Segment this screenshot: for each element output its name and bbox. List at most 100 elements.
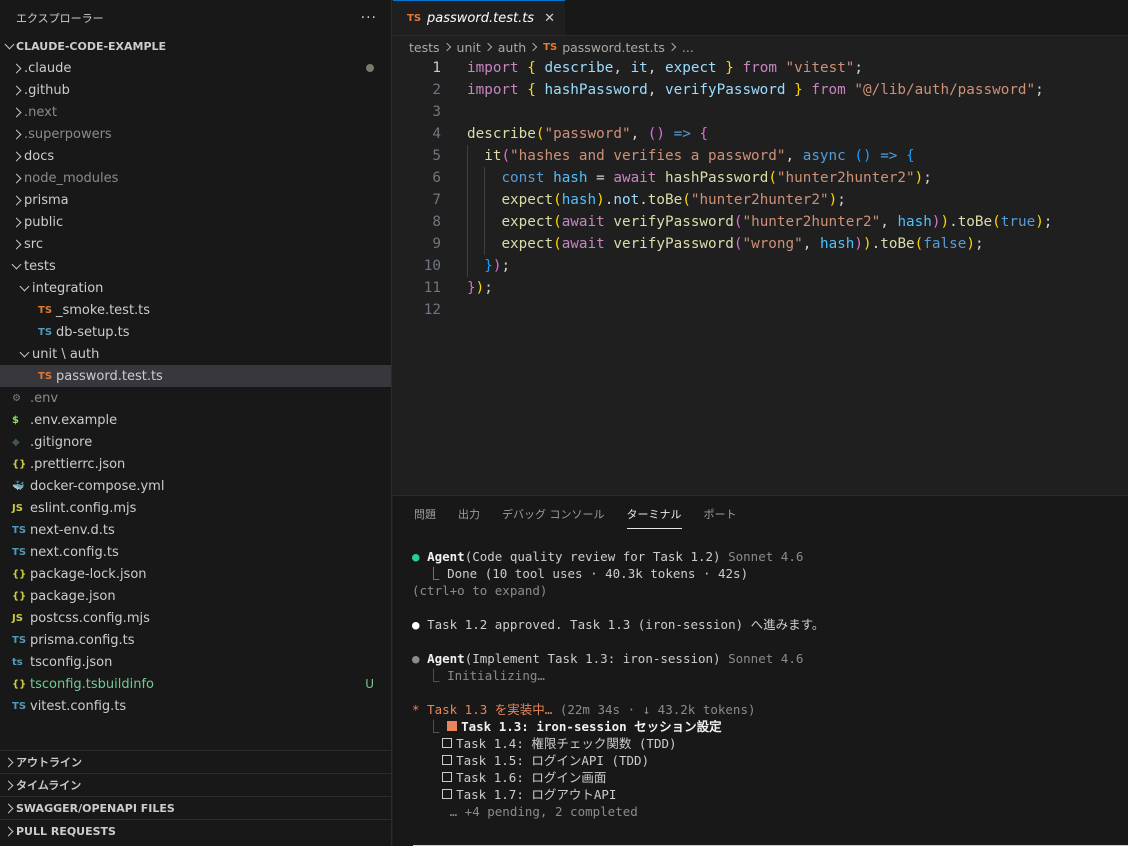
file-tree-item[interactable]: JS eslint.config.mjs — [0, 497, 391, 519]
tab-output[interactable]: 出力 — [458, 500, 480, 528]
file-tree-item[interactable]: {} tsconfig.tsbuildinfo U — [0, 673, 391, 695]
section-swagger[interactable]: SWAGGER/OPENAPI FILES — [0, 796, 391, 819]
code-token: ) — [475, 280, 485, 296]
code-token: expect — [665, 60, 717, 76]
file-tree-item[interactable]: node_modules — [0, 167, 391, 189]
close-icon[interactable]: ✕ — [544, 11, 555, 26]
indent-guide — [467, 167, 468, 189]
breadcrumb-item[interactable]: password.test.ts — [562, 40, 665, 55]
code-token: , — [785, 148, 803, 164]
file-tree-item[interactable]: {} .prettierrc.json — [0, 453, 391, 475]
breadcrumb-item[interactable]: ... — [682, 40, 694, 55]
line-number: 5 — [432, 148, 441, 164]
breadcrumb-item[interactable]: auth — [498, 40, 526, 55]
section-label: アウトライン — [16, 756, 82, 769]
code-token: not — [613, 192, 640, 208]
chevron-right-icon — [8, 239, 24, 249]
file-tree-item[interactable]: TS _smoke.test.ts — [0, 299, 391, 321]
code-token: ( — [914, 236, 924, 252]
code-line-text: it("hashes and verifies a password", asy… — [441, 145, 915, 167]
file-tree-label: public — [24, 214, 64, 230]
file-tree-label: password.test.ts — [56, 368, 163, 384]
tab-debug-console[interactable]: デバッグ コンソール — [502, 500, 605, 528]
file-tree-item[interactable]: .superpowers — [0, 123, 391, 145]
terminal-text: Agent — [427, 549, 465, 564]
file-tree-item[interactable]: public — [0, 211, 391, 233]
file-tree-item[interactable]: unit \ auth — [0, 343, 391, 365]
code-line: 7 expect(hash).not.toBe("hunter2hunter2"… — [393, 189, 1128, 211]
file-tree-item[interactable]: ⚙ .env — [0, 387, 391, 409]
file-tree-label: node_modules — [24, 170, 119, 186]
tab-terminal[interactable]: ターミナル — [626, 500, 682, 529]
file-tree-item[interactable]: tests — [0, 255, 391, 277]
tab-ports[interactable]: ポート — [704, 500, 737, 528]
file-tree-item[interactable]: integration — [0, 277, 391, 299]
code-token: expect — [501, 214, 554, 230]
code-token: { — [527, 82, 545, 98]
terminal-text: Task 1.3: iron-session セッション設定 — [461, 719, 722, 734]
tab-password-test[interactable]: TS password.test.ts ✕ — [393, 0, 565, 35]
file-tree-label: docs — [24, 148, 55, 164]
file-tree-item[interactable]: docs — [0, 145, 391, 167]
code-token: , — [647, 60, 666, 76]
file-tree-item[interactable]: .claude — [0, 57, 391, 79]
chevron-right-icon — [0, 757, 16, 767]
file-tree-item[interactable]: $ .env.example — [0, 409, 391, 431]
terminal-line: (ctrl+o to expand) — [412, 582, 1128, 599]
file-tree-item[interactable]: TS next.config.ts — [0, 541, 391, 563]
chevron-right-icon — [8, 151, 24, 161]
file-tree-item[interactable]: {} package-lock.json — [0, 563, 391, 585]
code-token: "wrong" — [742, 236, 803, 252]
chevron-right-icon — [8, 195, 24, 205]
breadcrumb-item[interactable]: unit — [457, 40, 481, 55]
file-tree-item[interactable]: TS prisma.config.ts — [0, 629, 391, 651]
breadcrumb-item[interactable]: tests — [409, 40, 440, 55]
code-token: from — [733, 60, 786, 76]
file-tree-label: postcss.config.mjs — [30, 610, 150, 626]
more-actions-icon[interactable]: ··· — [361, 10, 377, 26]
file-tree-item[interactable]: {} package.json — [0, 585, 391, 607]
terminal-output[interactable]: ● Agent(Code quality review for Task 1.2… — [412, 548, 1128, 820]
file-tree-item[interactable]: prisma — [0, 189, 391, 211]
terminal-line: Task 1.4: 権限チェック関数 (TDD) — [412, 735, 1128, 752]
file-tree-item[interactable]: TS db-setup.ts — [0, 321, 391, 343]
workspace-root[interactable]: CLAUDE-CODE-EXAMPLE — [0, 35, 391, 57]
file-tree-item[interactable]: TS vitest.config.ts — [0, 695, 391, 717]
terminal-text: Task 1.6: ログイン画面 — [456, 770, 607, 785]
terminal-line: Task 1.6: ログイン画面 — [412, 769, 1128, 786]
line-number: 3 — [432, 104, 441, 120]
breadcrumb: tests unit auth TS password.test.ts ... — [393, 36, 1128, 58]
section-pull-requests[interactable]: PULL REQUESTS — [0, 819, 391, 842]
file-tree-label: db-setup.ts — [56, 324, 130, 340]
file-tree-item[interactable]: ◆ .gitignore — [0, 431, 391, 453]
code-token: const — [501, 170, 554, 186]
chevron-down-icon — [2, 39, 16, 50]
file-tree-item[interactable]: JS postcss.config.mjs — [0, 607, 391, 629]
code-token: . — [871, 236, 881, 252]
terminal-line: Task 1.5: ログインAPI (TDD) — [412, 752, 1128, 769]
checkbox-empty-icon — [442, 789, 453, 799]
code-editor[interactable]: 1 import { describe, it, expect } from "v… — [393, 57, 1128, 321]
typescript-file-icon: TS — [543, 41, 558, 53]
terminal-text: (ctrl+o to expand) — [412, 583, 548, 598]
chevron-right-icon — [8, 85, 24, 95]
file-tree-item[interactable]: .github — [0, 79, 391, 101]
file-tree-item[interactable]: ts tsconfig.json — [0, 651, 391, 673]
tab-problems[interactable]: 問題 — [414, 500, 436, 528]
file-tree-item[interactable]: 🐳 docker-compose.yml — [0, 475, 391, 497]
file-type-icon: {} — [12, 568, 27, 580]
file-tree-item[interactable]: TS next-env.d.ts — [0, 519, 391, 541]
file-tree-label: _smoke.test.ts — [56, 302, 151, 318]
section-timeline[interactable]: タイムライン — [0, 773, 391, 796]
file-tree-item[interactable]: src — [0, 233, 391, 255]
file-tree-item[interactable]: .next — [0, 101, 391, 123]
indent-guide — [484, 167, 485, 189]
file-tree-item[interactable]: TS password.test.ts — [0, 365, 391, 387]
code-token: async — [802, 148, 855, 164]
section-outline[interactable]: アウトライン — [0, 750, 391, 773]
code-token: "hashes and verifies a password" — [510, 148, 786, 164]
